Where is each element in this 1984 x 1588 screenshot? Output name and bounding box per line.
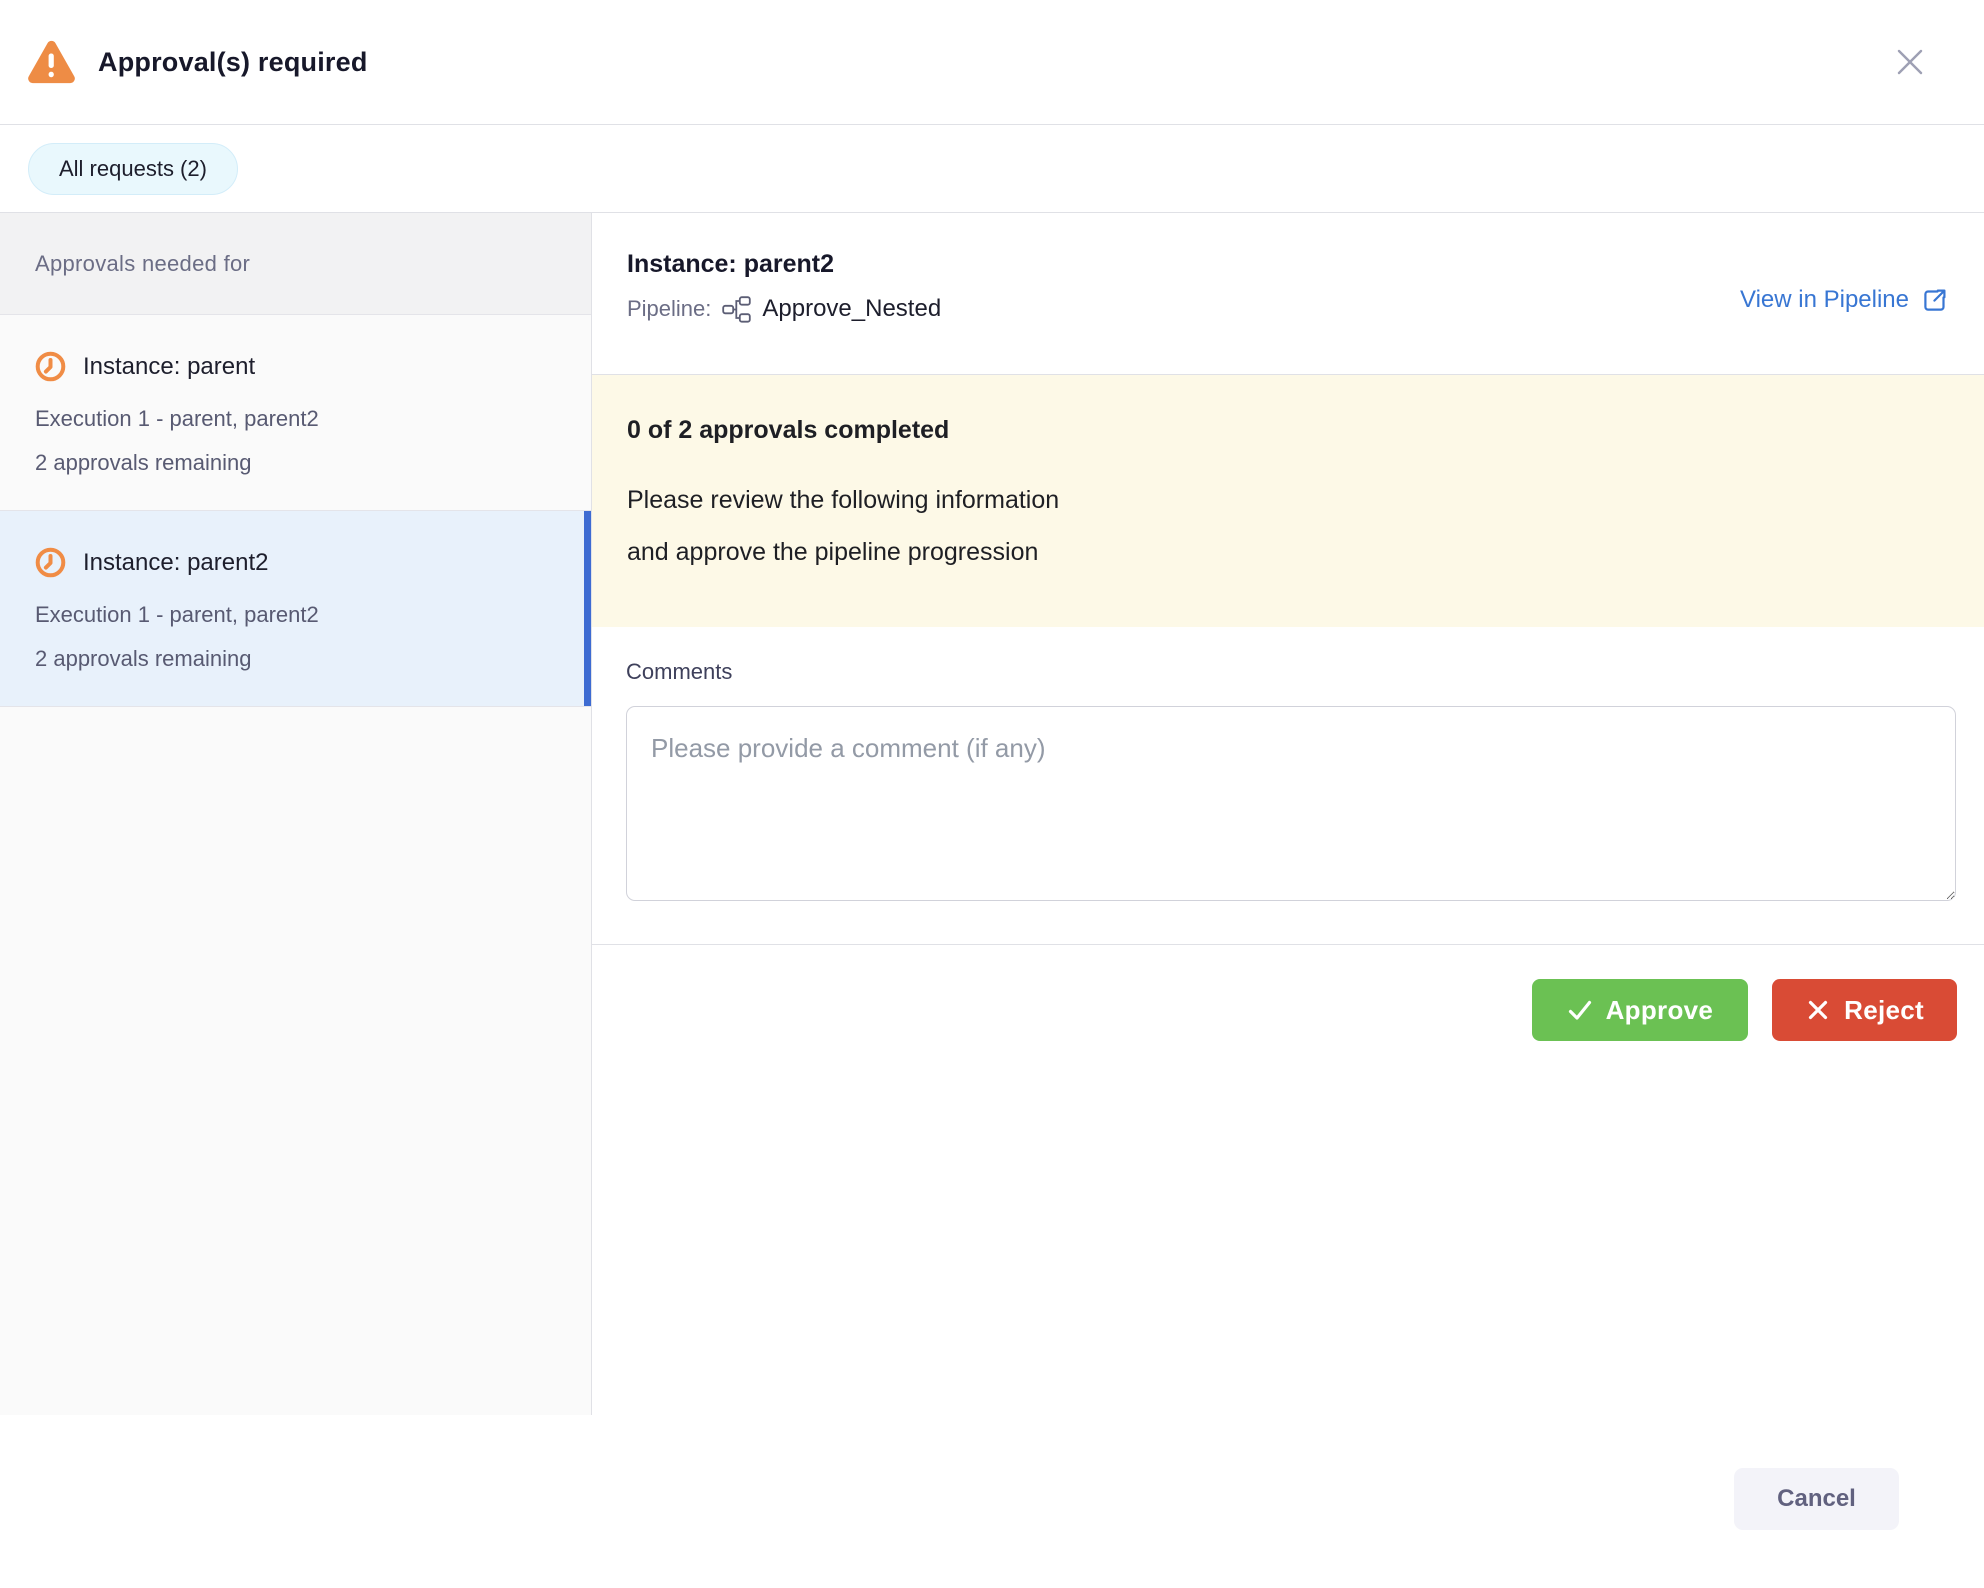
view-in-pipeline-link[interactable]: View in Pipeline (1740, 286, 1948, 314)
detail-instance-title: Instance: parent2 (627, 250, 1948, 279)
approval-item-remaining: 2 approvals remaining (35, 450, 556, 476)
view-in-pipeline-label: View in Pipeline (1740, 286, 1909, 314)
close-icon (1893, 45, 1927, 79)
external-link-icon (1921, 287, 1948, 314)
warning-triangle-icon (26, 39, 76, 85)
tab-all-requests[interactable]: All requests (2) (28, 143, 238, 195)
banner-message-line1: Please review the following information (627, 474, 1948, 526)
cross-icon (1805, 997, 1831, 1023)
sidebar-heading: Approvals needed for (0, 213, 591, 315)
banner-title: 0 of 2 approvals completed (627, 416, 1948, 445)
reject-button[interactable]: Reject (1772, 979, 1957, 1041)
reject-button-label: Reject (1844, 995, 1924, 1026)
checkmark-icon (1567, 997, 1593, 1023)
banner-message: Please review the following information … (627, 474, 1948, 578)
modal-title: Approval(s) required (98, 47, 368, 78)
comment-input[interactable] (626, 706, 1956, 901)
approval-item-title: Instance: parent (83, 353, 255, 381)
pipeline-stages-icon (722, 296, 751, 323)
modal-footer: Cancel (0, 1415, 1984, 1588)
modal-content: Approvals needed for Instance: parent Ex… (0, 213, 1984, 1415)
approval-status-banner: 0 of 2 approvals completed Please review… (592, 375, 1984, 627)
close-button[interactable] (1890, 42, 1930, 82)
approve-button-label: Approve (1606, 995, 1714, 1026)
comments-label: Comments (626, 659, 1956, 685)
action-buttons: Approve Reject (592, 945, 1984, 1041)
approve-button[interactable]: Approve (1532, 979, 1749, 1041)
pipeline-label: Pipeline: (627, 296, 711, 322)
clock-pending-icon (35, 547, 66, 578)
approval-modal: Approval(s) required All requests (2) Ap… (0, 0, 1984, 1588)
modal-header: Approval(s) required (0, 0, 1984, 125)
approval-item-remaining: 2 approvals remaining (35, 646, 556, 672)
approval-item-parent[interactable]: Instance: parent Execution 1 - parent, p… (0, 315, 591, 511)
approval-item-parent2[interactable]: Instance: parent2 Execution 1 - parent, … (0, 511, 591, 707)
approval-item-title: Instance: parent2 (83, 549, 268, 577)
pipeline-name: Approve_Nested (762, 295, 941, 323)
cancel-button[interactable]: Cancel (1734, 1468, 1899, 1530)
approval-item-execution: Execution 1 - parent, parent2 (35, 406, 556, 432)
approval-detail-panel: Instance: parent2 Pipeline: Approve_Nest… (592, 213, 1984, 1415)
tab-all-requests-label: All requests (2) (59, 156, 207, 182)
approval-item-title-row: Instance: parent2 (35, 547, 556, 578)
approval-item-title-row: Instance: parent (35, 351, 556, 382)
detail-header: Instance: parent2 Pipeline: Approve_Nest… (592, 213, 1984, 375)
banner-message-line2: and approve the pipeline progression (627, 526, 1948, 578)
approval-item-execution: Execution 1 - parent, parent2 (35, 602, 556, 628)
approvals-sidebar: Approvals needed for Instance: parent Ex… (0, 213, 592, 1415)
comments-section: Comments (592, 627, 1984, 901)
clock-pending-icon (35, 351, 66, 382)
request-tabs-row: All requests (2) (0, 125, 1984, 213)
